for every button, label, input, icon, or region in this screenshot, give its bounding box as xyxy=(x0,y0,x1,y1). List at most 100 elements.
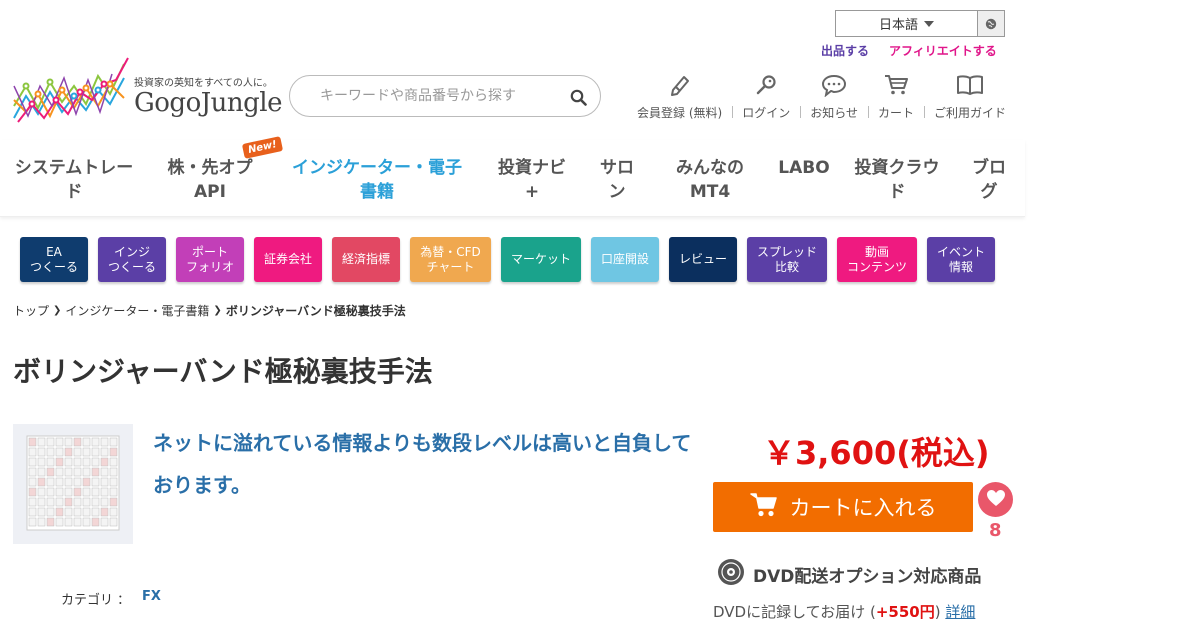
main-nav-stocks-api[interactable]: 株・先オプ API xyxy=(162,156,258,204)
category-button-economic-indicators[interactable]: 経済指標 xyxy=(332,237,400,282)
category-button-label: 比較 xyxy=(774,259,799,274)
login-link[interactable]: ログイン xyxy=(732,70,800,121)
dvd-note-suffix: ) xyxy=(934,603,946,621)
search-icon[interactable] xyxy=(568,87,588,107)
chevron-down-icon xyxy=(924,20,934,27)
main-nav-label: グ xyxy=(980,182,998,202)
main-nav-label: MT4 xyxy=(689,182,731,202)
logo-tagline: 投資家の英知をすべての人に。 xyxy=(134,78,273,89)
main-nav-invest-cloud[interactable]: 投資クラウ ド xyxy=(850,156,944,204)
register-link[interactable]: 会員登録 (無料) xyxy=(627,70,732,121)
main-nav-label: 株・先オプ xyxy=(167,158,253,178)
search-box xyxy=(289,75,601,117)
category-button-label: フォリオ xyxy=(185,259,234,274)
product-catchphrase: ネットに溢れている情報よりも数段レベルは高いと自負しております。 xyxy=(153,431,692,497)
product-price: ￥3,600(税込) xyxy=(763,434,990,472)
main-nav-minna-mt4[interactable]: みんなの MT4 xyxy=(670,156,750,204)
main-nav-salon[interactable]: サロ ン xyxy=(596,156,638,204)
globe-icon[interactable] xyxy=(978,11,1004,36)
main-nav-label: ド xyxy=(888,182,906,202)
category-button-label: コンテンツ xyxy=(846,259,907,274)
category-button-label: 動画 xyxy=(864,244,889,259)
add-to-cart-label: カートに入れる xyxy=(789,496,937,520)
chevron-right-icon: ❯ xyxy=(213,305,222,316)
category-button-label: ポート xyxy=(191,244,228,259)
main-nav-label: 投資ナビ xyxy=(498,158,566,178)
affiliate-link[interactable]: アフィリエイトする xyxy=(889,42,997,59)
main-nav-indicators-ebooks[interactable]: インジケーター・電子 書籍 xyxy=(286,156,468,204)
main-nav-label: 書籍 xyxy=(360,182,394,202)
category-button-label: スプレッド xyxy=(756,244,817,259)
dvd-option-price: +550円 xyxy=(875,603,935,621)
main-nav-label: システムトレー xyxy=(14,158,134,178)
sell-link[interactable]: 出品する xyxy=(821,42,869,59)
main-nav-label: サロ xyxy=(600,158,634,178)
heart-icon xyxy=(986,489,1006,511)
category-button-ea-tsukuru[interactable]: EA つくーる xyxy=(20,237,88,282)
cart-label: カート xyxy=(877,106,914,120)
main-nav-label: ン xyxy=(608,182,626,202)
breadcrumb-link-top[interactable]: トップ xyxy=(13,302,49,319)
category-button-label: チャート xyxy=(426,259,475,274)
category-button-label: EA xyxy=(46,244,62,259)
main-nav-invest-navi[interactable]: 投資ナビ + xyxy=(494,156,570,204)
category-button-video-content[interactable]: 動画 コンテンツ xyxy=(837,237,917,282)
main-nav-labo[interactable]: LABO xyxy=(776,156,832,180)
category-label: カテゴリ ： xyxy=(61,593,131,608)
login-label: ログイン xyxy=(742,106,791,120)
main-nav-blog[interactable]: ブロ グ xyxy=(968,156,1010,204)
book-icon xyxy=(956,70,984,100)
disc-icon xyxy=(717,558,745,590)
main-nav-label: API xyxy=(194,182,226,202)
main-nav: システムトレー ド 株・先オプ API インジケーター・電子 書籍 投資ナビ +… xyxy=(0,140,1025,217)
page-title: ボリンジャーバンド極秘裏技手法 xyxy=(13,355,433,388)
category-link-fx[interactable]: FX xyxy=(142,589,161,604)
main-nav-label: ブロ xyxy=(972,158,1006,178)
main-nav-system-trade[interactable]: システムトレー ド xyxy=(10,156,138,204)
category-button-portfolio[interactable]: ポート フォリオ xyxy=(176,237,244,282)
category-button-fx-cfd-chart[interactable]: 為替・CFD チャート xyxy=(410,237,491,282)
category-button-label: 証券会社 xyxy=(263,252,312,266)
key-icon xyxy=(754,70,778,100)
main-nav-label: インジケーター・電子 xyxy=(292,158,462,178)
category-button-spread-compare[interactable]: スプレッド 比較 xyxy=(747,237,827,282)
favorite-button[interactable] xyxy=(978,482,1013,517)
product-thumbnail-image xyxy=(26,435,120,531)
logo-wordmark: GogoJungle xyxy=(134,88,282,118)
category-button-label: 情報 xyxy=(948,259,973,274)
dvd-option-note: DVDに記録してお届け (+550円) 詳細 xyxy=(713,601,975,622)
dvd-note-prefix: DVDに記録してお届け ( xyxy=(713,603,876,621)
guide-link[interactable]: ご利用ガイド xyxy=(923,70,1016,121)
favorite-count: 8 xyxy=(989,520,1002,541)
category-button-account-opening[interactable]: 口座開設 xyxy=(591,237,659,282)
add-to-cart-button[interactable]: カートに入れる xyxy=(713,482,973,532)
category-button-inji-tsukuru[interactable]: インジ つくーる xyxy=(98,237,166,282)
category-button-review[interactable]: レビュー xyxy=(669,237,737,282)
language-selector[interactable]: 日本語 xyxy=(835,10,1005,37)
main-nav-label: ド xyxy=(65,182,83,202)
category-button-label: レビュー xyxy=(678,252,727,266)
guide-label: ご利用ガイド xyxy=(933,106,1006,120)
category-button-market[interactable]: マーケット xyxy=(501,237,581,282)
breadcrumb-link-indicators[interactable]: インジケーター・電子書籍 xyxy=(65,302,209,319)
category-button-label: つくーる xyxy=(107,259,156,274)
main-nav-label: みんなの xyxy=(676,158,744,178)
language-dropdown[interactable]: 日本語 xyxy=(836,11,978,36)
category-button-securities[interactable]: 証券会社 xyxy=(254,237,322,282)
product-thumbnail[interactable] xyxy=(13,424,133,544)
search-input[interactable] xyxy=(320,88,560,104)
category-button-label: つくーる xyxy=(29,259,78,274)
main-nav-label: LABO xyxy=(778,158,830,178)
category-button-events[interactable]: イベント 情報 xyxy=(927,237,995,282)
cart-icon xyxy=(749,492,778,523)
dvd-detail-link[interactable]: 詳細 xyxy=(945,603,975,621)
category-button-label: 経済指標 xyxy=(341,252,390,266)
speech-bubble-icon xyxy=(821,70,847,100)
category-button-label: 口座開設 xyxy=(600,252,649,266)
notifications-link[interactable]: お知らせ xyxy=(800,70,868,121)
breadcrumb-current: ボリンジャーバンド極秘裏技手法 xyxy=(225,304,406,318)
cart-link[interactable]: カート xyxy=(867,70,924,121)
notifications-label: お知らせ xyxy=(810,106,858,120)
dvd-option-title: DVD配送オプション対応商品 xyxy=(753,566,982,587)
main-nav-label: + xyxy=(524,182,540,202)
